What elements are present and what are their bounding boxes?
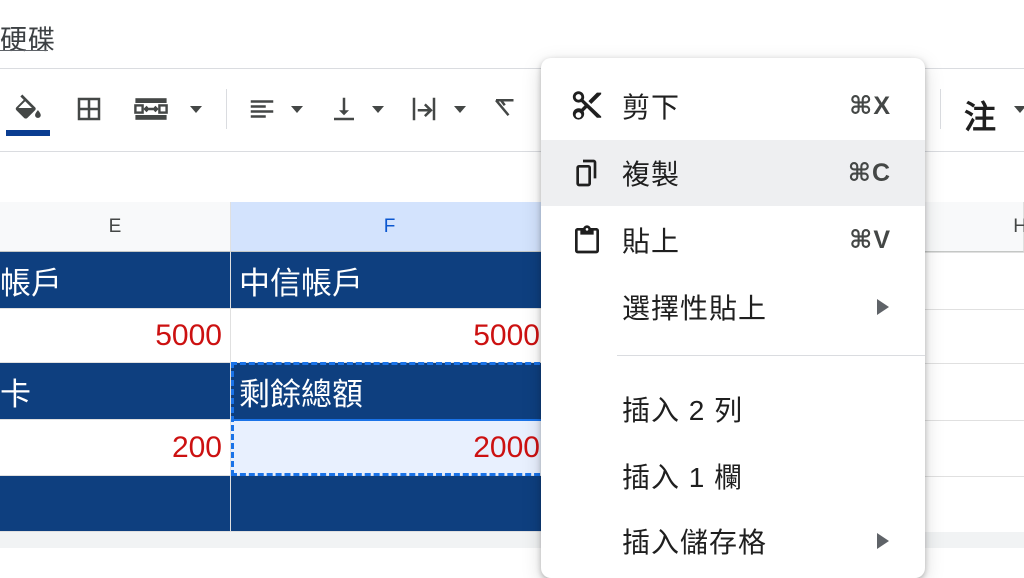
- valign-dropdown-caret[interactable]: [372, 106, 384, 113]
- text-wrapping-icon[interactable]: [406, 90, 442, 128]
- menu-item-copy[interactable]: 複製 ⌘C: [541, 140, 925, 206]
- submenu-arrow-icon: [877, 533, 889, 549]
- copy-icon: [569, 155, 605, 191]
- cell-f3[interactable]: 剩餘總額: [231, 363, 549, 420]
- menu-separator: [617, 355, 925, 356]
- column-header-e[interactable]: E: [0, 202, 231, 252]
- grid-line: [924, 476, 1024, 477]
- menu-label-paste-special: 選擇性貼上: [622, 293, 768, 324]
- menu-item-paste[interactable]: 貼上 ⌘V: [541, 207, 925, 273]
- shortcut-copy: ⌘C: [847, 159, 891, 187]
- shortcut-paste: ⌘V: [849, 226, 891, 254]
- grid-line: [924, 420, 1024, 421]
- clipboard-icon: [569, 222, 605, 258]
- menu-label-copy: 複製: [622, 159, 681, 190]
- align-dropdown-caret[interactable]: [291, 106, 303, 113]
- cell-f2[interactable]: 5000: [231, 309, 549, 363]
- right-dropdown-caret[interactable]: [1014, 106, 1024, 113]
- menu-item-paste-special[interactable]: 選擇性貼上: [541, 274, 925, 340]
- cell-f5[interactable]: [231, 476, 549, 532]
- menu-label-paste: 貼上: [622, 226, 681, 257]
- comment-button[interactable]: 注: [964, 92, 996, 138]
- menu-label-insert-rows: 插入 2 列: [622, 395, 744, 426]
- toolbar-separator-right: [940, 89, 941, 129]
- menu-item-cut[interactable]: 剪下 ⌘X: [541, 73, 925, 139]
- cell-e2[interactable]: 5000: [0, 309, 231, 363]
- cell-e4[interactable]: 200: [0, 420, 231, 476]
- context-menu: 剪下 ⌘X 複製 ⌘C 貼上 ⌘V 選擇性貼上 插入 2 列 插入 1 欄 插入…: [541, 58, 925, 578]
- submenu-arrow-icon: [877, 299, 889, 315]
- toolbar-separator: [226, 89, 227, 129]
- column-header-h[interactable]: H: [924, 202, 1024, 252]
- menu-item-insert-rows[interactable]: 插入 2 列: [541, 376, 925, 442]
- merge-dropdown-caret[interactable]: [190, 106, 202, 113]
- menu-label-cut: 剪下: [622, 92, 681, 123]
- cell-e1[interactable]: 帳戶: [0, 252, 231, 309]
- menu-item-insert-cells[interactable]: 插入儲存格: [541, 508, 925, 574]
- shortcut-cut: ⌘X: [849, 92, 891, 120]
- grid-line: [924, 309, 1024, 310]
- merge-cells-icon[interactable]: [130, 90, 172, 128]
- scissors-icon: [569, 88, 605, 124]
- cell-f4[interactable]: 2000: [231, 420, 549, 476]
- column-header-f[interactable]: F: [231, 202, 549, 252]
- selection-divider: [231, 419, 549, 421]
- borders-icon[interactable]: [70, 90, 108, 128]
- grid-line: [924, 252, 1024, 253]
- fill-color-icon[interactable]: [8, 88, 48, 128]
- wrap-dropdown-caret[interactable]: [454, 106, 466, 113]
- menu-label-insert-cells: 插入儲存格: [622, 527, 768, 558]
- fill-color-swatch: [6, 130, 50, 136]
- document-title[interactable]: 硬碟: [0, 18, 56, 57]
- grid-line: [924, 363, 1024, 364]
- cell-f1[interactable]: 中信帳戶: [231, 252, 549, 309]
- horizontal-align-icon[interactable]: [244, 90, 280, 128]
- text-rotation-icon[interactable]: [486, 90, 526, 128]
- cell-e5[interactable]: [0, 476, 231, 532]
- menu-item-insert-column[interactable]: 插入 1 欄: [541, 443, 925, 509]
- vertical-align-icon[interactable]: [326, 90, 362, 128]
- title-underline: [0, 50, 48, 51]
- cell-e3[interactable]: 卡: [0, 363, 231, 420]
- menu-label-insert-column: 插入 1 欄: [622, 462, 744, 493]
